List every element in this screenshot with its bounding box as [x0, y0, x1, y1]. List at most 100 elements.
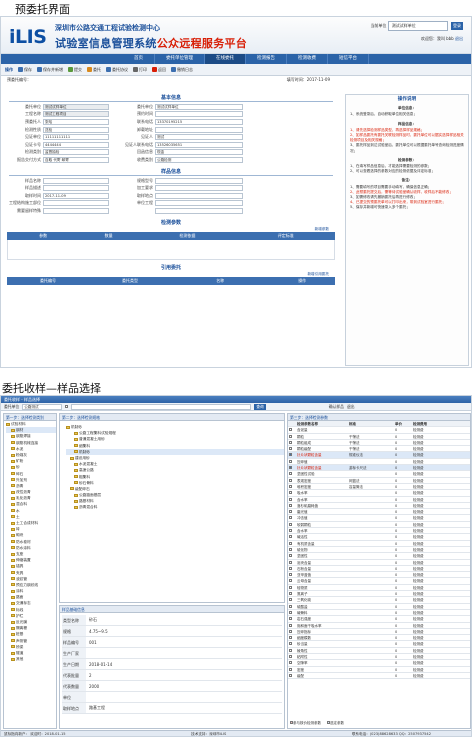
- param-checkbox[interactable]: [289, 491, 292, 495]
- param-row[interactable]: 级配 0 检测费: [288, 673, 470, 680]
- param-checkbox[interactable]: [289, 459, 292, 463]
- param-checkbox-cell[interactable]: [288, 585, 296, 590]
- toolbar-button-0[interactable]: 保存: [18, 67, 32, 73]
- param-checkbox[interactable]: [289, 434, 292, 438]
- param-checkbox-cell[interactable]: [288, 641, 296, 646]
- param-checkbox-cell[interactable]: [288, 566, 296, 571]
- form-field[interactable]: 公路检测: [155, 156, 243, 163]
- form-field[interactable]: [155, 185, 243, 192]
- param-checkbox-cell[interactable]: [288, 452, 296, 457]
- form-field[interactable]: 2017-11-09: [43, 192, 109, 199]
- param-checkbox[interactable]: [289, 447, 292, 451]
- nav-item-3[interactable]: 检测报告: [246, 54, 287, 64]
- unit-select[interactable]: 测试试样单位: [387, 21, 448, 31]
- nav-item-0[interactable]: 首页: [123, 54, 155, 64]
- param-checkbox[interactable]: [289, 623, 292, 627]
- param-checkbox[interactable]: [289, 484, 292, 488]
- logout-link[interactable]: 退出: [455, 36, 463, 41]
- confirm-button[interactable]: 确认样品: [329, 404, 344, 410]
- param-checkbox[interactable]: [289, 604, 292, 608]
- category-item[interactable]: 其他: [6, 656, 56, 662]
- toolbar-button-2[interactable]: 提交: [68, 67, 82, 73]
- param-checkbox[interactable]: [289, 661, 292, 665]
- form-field[interactable]: 自取 代寄 邮寄: [43, 156, 109, 163]
- nav-item-5[interactable]: 短信平台: [328, 54, 369, 64]
- form-field[interactable]: 张哈: [43, 118, 109, 125]
- param-checkbox[interactable]: [289, 510, 292, 514]
- detail-value[interactable]: 砂石: [86, 617, 97, 623]
- toolbar-button-4[interactable]: 委托协议: [106, 67, 128, 73]
- param-checkbox-cell[interactable]: [288, 629, 296, 634]
- param-checkbox[interactable]: [289, 497, 292, 501]
- param-checkbox-cell[interactable]: [288, 478, 296, 483]
- param-checkbox[interactable]: [289, 547, 292, 551]
- param-checkbox[interactable]: [289, 466, 292, 470]
- param-checkbox-cell[interactable]: [288, 522, 296, 527]
- param-checkbox-cell[interactable]: [288, 484, 296, 489]
- param-checkbox-cell[interactable]: [288, 635, 296, 640]
- param-checkbox[interactable]: [289, 503, 292, 507]
- detail-value[interactable]: 2000: [86, 684, 99, 689]
- param-checkbox[interactable]: [289, 629, 292, 633]
- param-checkbox-cell[interactable]: [288, 648, 296, 653]
- param-checkbox[interactable]: [289, 648, 292, 652]
- form-field[interactable]: 测试试样单位: [155, 103, 243, 110]
- nav-item-4[interactable]: 检测收费: [287, 54, 328, 64]
- toolbar-button-7[interactable]: 撤销日志: [171, 67, 193, 73]
- param-checkbox[interactable]: [289, 428, 292, 432]
- nav-item-2[interactable]: 在线委托: [205, 54, 246, 64]
- param-checkbox-cell[interactable]: [288, 490, 296, 495]
- filter-input[interactable]: [71, 403, 252, 410]
- param-checkbox[interactable]: [289, 535, 292, 539]
- form-field[interactable]: [43, 200, 109, 207]
- toolbar-button-1[interactable]: 保存并新增: [37, 67, 63, 73]
- param-checkbox-cell[interactable]: [288, 610, 296, 615]
- param-checkbox[interactable]: [289, 610, 292, 614]
- param-checkbox-cell[interactable]: [288, 503, 296, 508]
- param-checkbox[interactable]: [289, 516, 292, 520]
- param-checkbox[interactable]: [289, 579, 292, 583]
- param-checkbox-cell[interactable]: [288, 427, 296, 432]
- detail-value[interactable]: 2018-01-14: [86, 662, 112, 667]
- login-button[interactable]: 登录: [451, 22, 463, 30]
- param-checkbox-cell[interactable]: [288, 623, 296, 628]
- param-checkbox-cell[interactable]: [288, 616, 296, 621]
- nav-item-1[interactable]: 委托单位管理: [155, 54, 205, 64]
- param-checkbox[interactable]: [289, 529, 292, 533]
- param-checkbox[interactable]: [289, 617, 292, 621]
- param-checkbox-cell[interactable]: [288, 660, 296, 665]
- unit-select[interactable]: 公路测试: [22, 403, 63, 410]
- form-field[interactable]: 送检: [43, 126, 109, 133]
- form-field[interactable]: 11111111111: [43, 134, 109, 141]
- form-field[interactable]: [43, 177, 109, 184]
- form-field[interactable]: [155, 111, 243, 118]
- param-checkbox-cell[interactable]: [288, 560, 296, 565]
- detail-value[interactable]: 4.75~9.5: [86, 629, 108, 634]
- param-checkbox[interactable]: [289, 560, 292, 564]
- form-field[interactable]: 测试工程项目: [43, 111, 109, 118]
- detail-value[interactable]: 2: [86, 673, 92, 678]
- param-checkbox[interactable]: [289, 522, 292, 526]
- form-field[interactable]: 13370195215: [155, 118, 243, 125]
- exit-button[interactable]: 退出: [347, 404, 355, 410]
- param-checkbox-cell[interactable]: [288, 497, 296, 502]
- detail-value[interactable]: 001: [86, 640, 97, 645]
- filter-checkbox[interactable]: [65, 405, 69, 408]
- param-checkbox[interactable]: [289, 667, 292, 671]
- toolbar-button-3[interactable]: 委托: [87, 67, 101, 73]
- form-field[interactable]: [155, 177, 243, 184]
- param-checkbox[interactable]: [289, 573, 292, 577]
- param-checkbox-cell[interactable]: [288, 446, 296, 451]
- param-checkbox-cell[interactable]: [288, 547, 296, 552]
- param-checkbox[interactable]: [289, 673, 292, 677]
- param-checkbox-cell[interactable]: [288, 654, 296, 659]
- param-checkbox-cell[interactable]: [288, 553, 296, 558]
- param-checkbox-cell[interactable]: [288, 534, 296, 539]
- param-checkbox-cell[interactable]: [288, 673, 296, 678]
- toolbar-button-5[interactable]: 打印: [133, 67, 147, 73]
- param-checkbox[interactable]: [289, 440, 292, 444]
- param-checkbox[interactable]: [289, 642, 292, 646]
- param-checkbox[interactable]: [289, 478, 292, 482]
- param-checkbox-cell[interactable]: [288, 509, 296, 514]
- search-button[interactable]: 查询: [254, 403, 266, 410]
